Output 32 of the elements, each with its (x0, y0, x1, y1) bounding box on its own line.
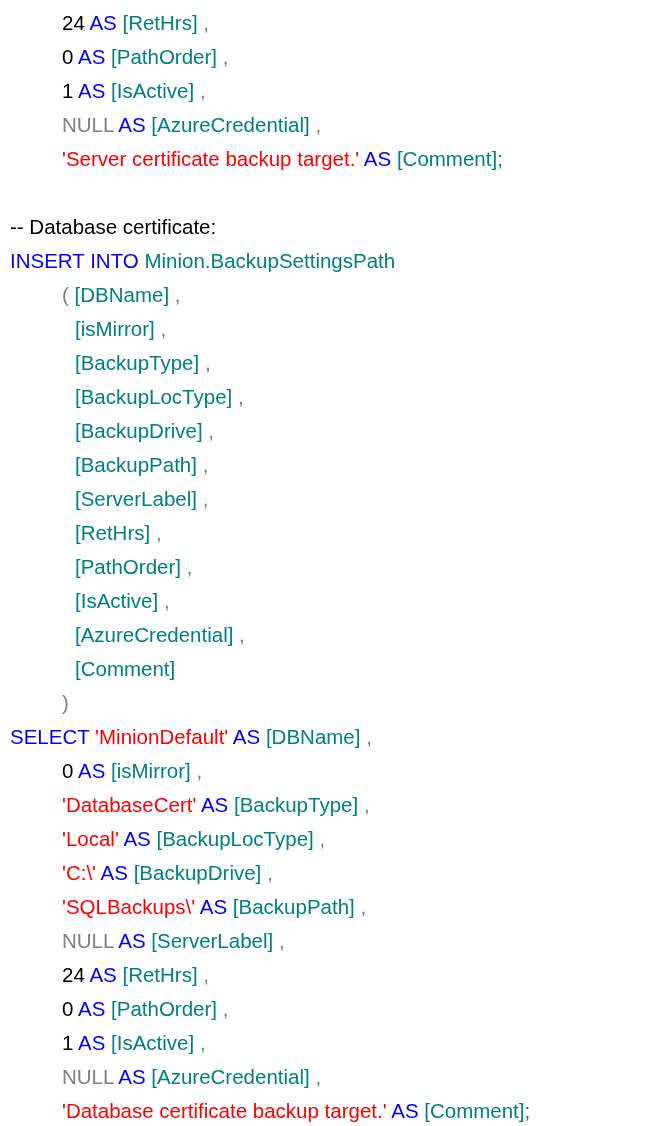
code-line: [RetHrs] , (75, 520, 162, 546)
code-line: [PathOrder] , (75, 554, 193, 580)
code-line: ) (62, 690, 69, 716)
code-line: [isMirror] , (75, 316, 167, 342)
code-line: NULL AS [ServerLabel] , (62, 928, 285, 954)
code-line: INSERT INTO Minion.BackupSettingsPath (10, 248, 396, 274)
code-line: SELECT 'MinionDefault' AS [DBName] , (10, 724, 372, 750)
code-comment: -- Database certificate: (10, 214, 217, 240)
code-line: [BackupType] , (75, 350, 211, 376)
code-line: 24 AS [RetHrs] , (62, 962, 210, 988)
code-line: 0 AS [PathOrder] , (62, 44, 229, 70)
code-line: [Comment] (75, 656, 176, 682)
code-line: 'Local' AS [BackupLocType] , (62, 826, 326, 852)
code-line: [BackupDrive] , (75, 418, 214, 444)
code-line: NULL AS [AzureCredential] , (62, 1064, 322, 1090)
code-line: 'C:\' AS [BackupDrive] , (62, 860, 273, 886)
code-line: 0 AS [PathOrder] , (62, 996, 229, 1022)
code-line: 24 AS [RetHrs] , (62, 10, 210, 36)
code-line: 'Server certificate backup target.' AS [Comment]; (62, 146, 503, 172)
code-line: [BackupLocType] , (75, 384, 244, 410)
code-line: 'SQLBackups\' AS [BackupPath] , (62, 894, 367, 920)
code-line: [AzureCredential] , (75, 622, 245, 648)
code-line: [BackupPath] , (75, 452, 209, 478)
code-line: [IsActive] , (75, 588, 170, 614)
code-line: 'Database certificate backup target.' AS [Comment]; (62, 1098, 531, 1124)
code-line: 0 AS [isMirror] , (62, 758, 203, 784)
code-line: 1 AS [IsActive] , (62, 78, 206, 104)
code-line: ( [DBName] , (62, 282, 181, 308)
code-line: 1 AS [IsActive] , (62, 1030, 206, 1056)
code-line: 'DatabaseCert' AS [BackupType] , (62, 792, 370, 818)
code-line: NULL AS [AzureCredential] , (62, 112, 322, 138)
code-line: [ServerLabel] , (75, 486, 209, 512)
